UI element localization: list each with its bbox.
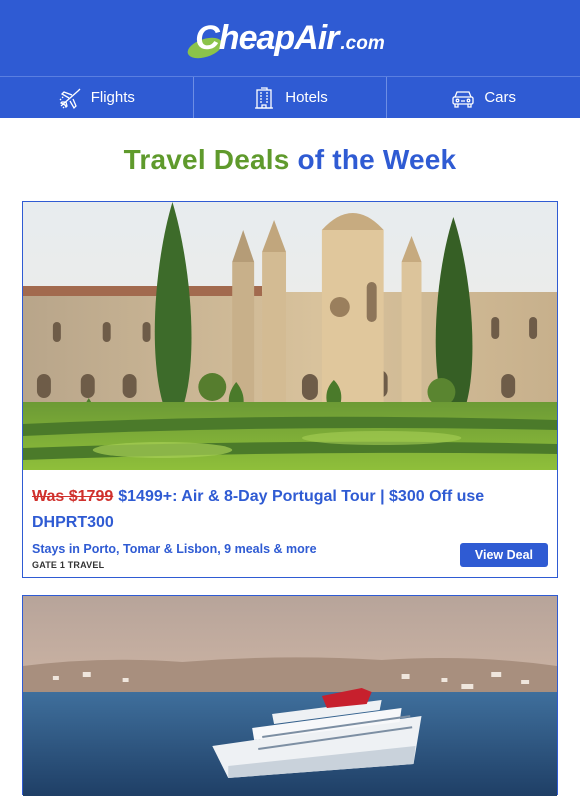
nav-hotels-label: Hotels — [285, 89, 328, 106]
nav-hotels[interactable]: Hotels — [194, 77, 388, 118]
view-deal-button[interactable]: View Deal — [459, 543, 548, 567]
page-title: Travel Deals of the Week — [0, 144, 580, 176]
airplane-icon — [59, 88, 81, 109]
deal-card[interactable] — [22, 595, 558, 796]
nav-flights[interactable]: Flights — [0, 77, 194, 118]
header: CheapAir .com — [0, 0, 580, 76]
page-title-part2: of the Week — [297, 144, 457, 175]
nav-flights-label: Flights — [90, 89, 135, 106]
deal-card[interactable]: Was $1799 $1499+: Air & 8-Day Portugal To… — [22, 201, 558, 578]
nav-cars-label: Cars — [484, 89, 517, 106]
deal-details: Was $1799 $1499+: Air & 8-Day Portugal To… — [23, 470, 557, 570]
deal-row: Stays in Porto, Tomar & Lisbon, 9 meals … — [32, 542, 548, 570]
logo-text: CheapAir — [195, 18, 339, 57]
monastery-photo[interactable] — [23, 202, 557, 470]
logo-suffix: .com — [340, 32, 385, 54]
car-icon — [452, 90, 474, 108]
main-nav: Flights Hotels Cars — [0, 76, 580, 118]
nav-cars[interactable]: Cars — [387, 77, 580, 118]
page-title-part1: Travel Deals — [123, 144, 290, 175]
hotel-building-icon — [255, 86, 274, 109]
cruise-ship-photo[interactable] — [23, 596, 557, 796]
cheapair-logo[interactable]: CheapAir .com — [185, 18, 385, 62]
deal-subtitle: Stays in Porto, Tomar & Lisbon, 9 meals … — [32, 542, 317, 556]
deal-headline[interactable]: Was $1799 $1499+: Air & 8-Day Portugal To… — [32, 484, 548, 536]
deal-info: Stays in Porto, Tomar & Lisbon, 9 meals … — [32, 542, 317, 570]
deal-vendor: GATE 1 TRAVEL — [32, 560, 105, 570]
was-price: Was $1799 — [32, 488, 114, 505]
